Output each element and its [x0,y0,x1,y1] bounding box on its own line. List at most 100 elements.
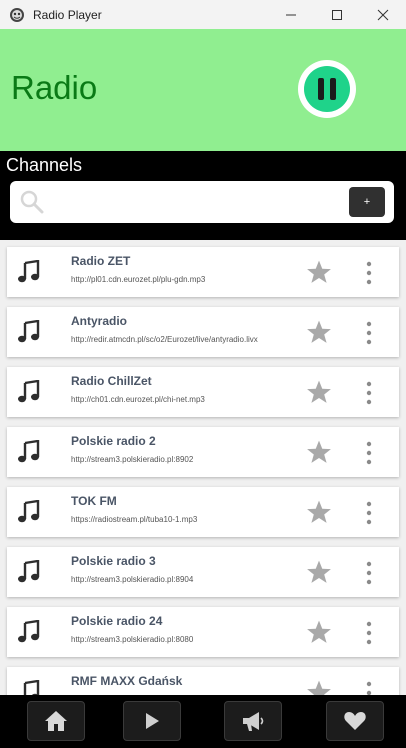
minimize-button[interactable] [268,0,314,29]
station-icon-wrap [17,439,41,469]
nav-home-button[interactable] [27,701,85,741]
station-row[interactable]: Polskie radio 24 http://stream3.polskiera… [7,607,399,657]
home-icon [45,711,67,731]
station-url: http://redir.atmcdn.pl/sc/o2/Eurozet/liv… [71,335,258,344]
page-title: Radio [11,69,98,106]
heart-icon [344,712,366,730]
window-title: Radio Player [33,7,102,22]
station-row[interactable]: Radio ZET http://pl01.cdn.eurozet.pl/plu-… [7,247,399,297]
music-note-icon [18,439,40,463]
station-menu-button[interactable] [365,681,373,695]
station-menu-button[interactable] [365,261,373,290]
station-menu-button[interactable] [365,441,373,470]
station-icon-wrap [17,499,41,529]
station-name: Polskie radio 2 [71,434,156,448]
star-icon [307,320,331,343]
station-url: http://stream3.polskieradio.pl:8080 [71,635,194,644]
station-icon-wrap [17,379,41,409]
station-name: Antyradio [71,314,128,328]
nav-announce-button[interactable] [224,701,282,741]
station-url: http://ch01.cdn.eurozet.pl/chi-net.mp3 [71,395,205,404]
music-note-icon [18,499,40,523]
favorite-star-button[interactable] [306,319,332,350]
pause-button[interactable] [298,60,356,118]
station-name: Polskie radio 24 [71,614,163,628]
favorite-star-button[interactable] [306,439,332,470]
station-url: http://pl01.cdn.eurozet.pl/plu-gdn.mp3 [71,275,206,284]
music-note-icon [23,679,40,695]
channels-title: Channels [6,155,83,175]
music-note-icon [18,259,40,283]
star-icon [307,620,331,643]
station-menu-button[interactable] [365,381,373,410]
station-row[interactable]: Antyradio http://redir.atmcdn.pl/sc/o2/Eu… [7,307,399,357]
bottom-navigation [0,695,406,748]
minimize-icon [286,14,296,15]
nav-favorites-button[interactable] [326,701,384,741]
station-name: Polskie radio 3 [71,554,156,568]
close-icon [377,9,389,20]
station-list[interactable]: Radio ZET http://pl01.cdn.eurozet.pl/plu-… [0,240,406,695]
station-icon-wrap [17,319,41,349]
more-vertical-icon [366,561,372,585]
more-vertical-icon [366,501,372,525]
station-url: http://stream3.polskieradio.pl:8904 [71,575,194,584]
music-note-icon [18,559,40,583]
favorite-star-button[interactable] [306,619,332,650]
station-name: RMF MAXX Gdańsk [71,674,183,688]
more-vertical-icon [366,261,372,285]
favorite-star-button[interactable] [306,679,332,695]
station-url: http://stream3.polskieradio.pl:8902 [71,455,194,464]
star-icon [307,380,331,403]
station-menu-button[interactable] [365,621,373,650]
star-icon [307,440,331,463]
station-icon-wrap [17,259,41,289]
star-icon [307,500,331,523]
station-menu-button[interactable] [365,561,373,590]
station-row[interactable]: Polskie radio 2 http://stream3.polskierad… [7,427,399,477]
nav-play-button[interactable] [123,701,181,741]
more-vertical-icon [366,621,372,645]
search-input[interactable]: + [10,181,394,223]
station-row[interactable]: Polskie radio 3 http://stream3.polskierad… [7,547,399,597]
pause-button-inner [304,66,350,112]
station-name: Radio ZET [71,254,131,268]
station-icon-wrap [17,619,41,649]
search-icon [20,190,44,214]
close-button[interactable] [360,0,406,29]
station-name: Radio ChillZet [71,374,152,388]
channels-section: Channels + [0,151,406,240]
star-icon [307,260,331,283]
maximize-button[interactable] [314,0,360,29]
more-vertical-icon [366,381,372,405]
music-note-icon [18,319,40,343]
megaphone-icon [243,712,264,731]
favorite-star-button[interactable] [306,259,332,290]
music-note-icon [18,619,40,643]
window-titlebar: Radio Player [0,0,406,29]
station-icon-wrap [17,679,41,695]
more-vertical-icon [366,681,372,695]
star-icon [307,680,331,695]
favorite-star-button[interactable] [306,559,332,590]
pause-icon [318,78,336,100]
station-menu-button[interactable] [365,321,373,350]
favorite-star-button[interactable] [306,499,332,530]
station-row[interactable]: Radio ChillZet http://ch01.cdn.eurozet.pl… [7,367,399,417]
station-name: TOK FM [71,494,117,508]
station-url: https://radiostream.pl/tuba10-1.mp3 [71,515,198,524]
add-channel-button[interactable]: + [349,187,385,217]
star-icon [307,560,331,583]
music-note-icon [18,379,40,403]
station-icon-wrap [17,559,41,589]
more-vertical-icon [366,441,372,465]
app-icon [10,7,24,22]
station-row[interactable]: RMF MAXX Gdańsk [7,667,399,695]
station-row[interactable]: TOK FM https://radiostream.pl/tuba10-1.mp… [7,487,399,537]
station-menu-button[interactable] [365,501,373,530]
player-header: Radio [0,29,406,151]
more-vertical-icon [366,321,372,345]
maximize-icon [332,9,342,20]
play-icon [146,713,159,729]
favorite-star-button[interactable] [306,379,332,410]
